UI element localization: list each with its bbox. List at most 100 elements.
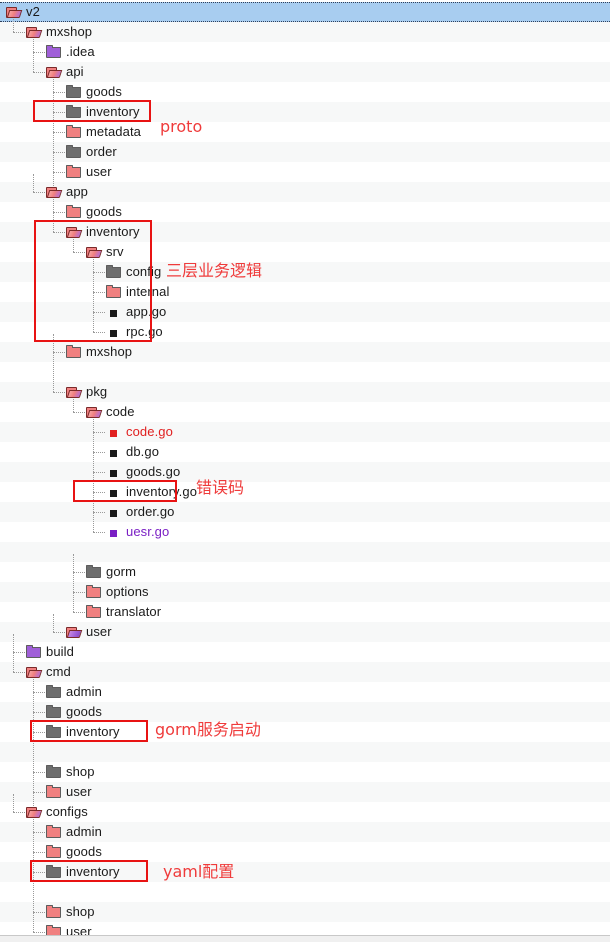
tree-node-pkg[interactable]: pkg xyxy=(66,382,107,402)
tree-node-label: admin xyxy=(66,824,102,839)
bottom-scrollbar[interactable] xyxy=(0,935,610,942)
tree-guide-elbow xyxy=(13,812,25,814)
tree-node-order[interactable]: order xyxy=(66,142,117,162)
tree-node-label: internal xyxy=(126,284,170,299)
tree-row-background xyxy=(0,302,610,322)
tree-node-inventory[interactable]: inventory xyxy=(66,102,140,122)
tree-guide-elbow xyxy=(53,152,65,154)
folder-closed-icon xyxy=(86,604,102,620)
tree-node-label: app xyxy=(66,184,88,199)
tree-guide-elbow xyxy=(53,132,65,134)
folder-closed-icon xyxy=(46,904,62,920)
folder-open-icon xyxy=(26,804,43,820)
tree-node-label: config xyxy=(126,264,162,279)
tree-row-background xyxy=(0,362,610,382)
tree-node-label: inventory xyxy=(86,104,140,119)
tree-node-label: srv xyxy=(106,244,124,259)
tree-node-label: admin xyxy=(66,684,102,699)
tree-guide-elbow xyxy=(53,112,65,114)
tree-node-gorm[interactable]: gorm xyxy=(86,562,136,582)
tree-node-app[interactable]: app xyxy=(46,182,88,202)
tree-node-label: goods xyxy=(66,704,102,719)
tree-node-label: inventory xyxy=(66,864,120,879)
tree-row-background xyxy=(0,462,610,482)
tree-guide-line xyxy=(33,174,35,192)
tree-guide-elbow xyxy=(33,192,45,194)
tree-node-options[interactable]: options xyxy=(86,582,149,602)
tree-node-code-go[interactable]: code.go xyxy=(106,422,173,442)
folder-closed-icon xyxy=(46,764,62,780)
tree-node-goods[interactable]: goods xyxy=(46,702,102,722)
tree-guide-elbow xyxy=(53,232,65,234)
folder-open-icon xyxy=(26,664,43,680)
tree-node-label: metadata xyxy=(86,124,142,139)
tree-guide-elbow xyxy=(93,332,105,334)
tree-node-configs[interactable]: configs xyxy=(26,802,88,822)
tree-node-config[interactable]: config xyxy=(106,262,161,282)
folder-open-icon xyxy=(6,4,23,20)
tree-node-app-go[interactable]: app.go xyxy=(106,302,166,322)
folder-open-icon xyxy=(86,404,103,420)
tree-guide-elbow xyxy=(13,652,25,654)
tree-node-inventory[interactable]: inventory xyxy=(66,222,140,242)
folder-closed-icon xyxy=(46,844,62,860)
tree-node-mxshop[interactable]: mxshop xyxy=(26,22,92,42)
tree-node-translator[interactable]: translator xyxy=(86,602,161,622)
tree-guide-elbow xyxy=(93,532,105,534)
tree-node-inventory-go[interactable]: inventory.go xyxy=(106,482,197,502)
tree-node-shop[interactable]: shop xyxy=(46,762,95,782)
file-icon xyxy=(106,424,122,440)
tree-node--idea[interactable]: .idea xyxy=(46,42,95,62)
tree-row-background xyxy=(0,642,610,662)
tree-node-rpc-go[interactable]: rpc.go xyxy=(106,322,163,342)
project-file-tree[interactable]: v2 mxshop .idea api goods inventory metadata or… xyxy=(0,0,610,942)
tree-node-internal[interactable]: internal xyxy=(106,282,169,302)
tree-node-srv[interactable]: srv xyxy=(86,242,124,262)
tree-node-v2[interactable]: v2 xyxy=(6,2,40,22)
tree-node-cmd[interactable]: cmd xyxy=(26,662,71,682)
tree-node-label: goods xyxy=(66,844,102,859)
tree-node-code[interactable]: code xyxy=(86,402,135,422)
folder-open-icon xyxy=(66,224,83,240)
tree-node-inventory[interactable]: inventory xyxy=(46,862,120,882)
tree-node-user[interactable]: user xyxy=(66,162,112,182)
tree-node-mxshop[interactable]: mxshop xyxy=(66,342,132,362)
folder-open-icon xyxy=(86,244,103,260)
annotation-text: 错误码 xyxy=(196,478,245,497)
tree-node-goods[interactable]: goods xyxy=(66,82,122,102)
tree-node-order-go[interactable]: order.go xyxy=(106,502,175,522)
tree-node-build[interactable]: build xyxy=(26,642,74,662)
tree-node-label: inventory xyxy=(66,724,120,739)
tree-node-label: rpc.go xyxy=(126,324,163,339)
tree-node-api[interactable]: api xyxy=(46,62,84,82)
tree-node-label: order xyxy=(86,144,117,159)
tree-node-uesr-go[interactable]: uesr.go xyxy=(106,522,169,542)
tree-node-label: shop xyxy=(66,904,95,919)
tree-node-user[interactable]: user xyxy=(66,622,112,642)
tree-node-label: inventory xyxy=(86,224,140,239)
tree-guide-elbow xyxy=(33,732,45,734)
tree-node-label: code xyxy=(106,404,135,419)
tree-node-shop[interactable]: shop xyxy=(46,902,95,922)
folder-open-icon xyxy=(46,64,63,80)
tree-node-admin[interactable]: admin xyxy=(46,682,102,702)
tree-node-goods[interactable]: goods xyxy=(46,842,102,862)
tree-row-background xyxy=(0,262,610,282)
tree-guide-elbow xyxy=(73,612,85,614)
tree-guide-elbow xyxy=(73,252,85,254)
annotation-text: yaml配置 xyxy=(163,862,235,881)
tree-node-user[interactable]: user xyxy=(46,782,92,802)
tree-node-db-go[interactable]: db.go xyxy=(106,442,159,462)
tree-row-background xyxy=(0,62,610,82)
tree-node-label: translator xyxy=(106,604,162,619)
tree-node-admin[interactable]: admin xyxy=(46,822,102,842)
tree-node-goods-go[interactable]: goods.go xyxy=(106,462,180,482)
tree-node-goods[interactable]: goods xyxy=(66,202,122,222)
tree-node-metadata[interactable]: metadata xyxy=(66,122,141,142)
tree-guide-elbow xyxy=(73,572,85,574)
tree-row-background xyxy=(0,542,610,562)
tree-node-label: goods xyxy=(86,204,122,219)
tree-node-inventory[interactable]: inventory xyxy=(46,722,120,742)
tree-node-label: order.go xyxy=(126,504,175,519)
tree-node-label: app.go xyxy=(126,304,167,319)
